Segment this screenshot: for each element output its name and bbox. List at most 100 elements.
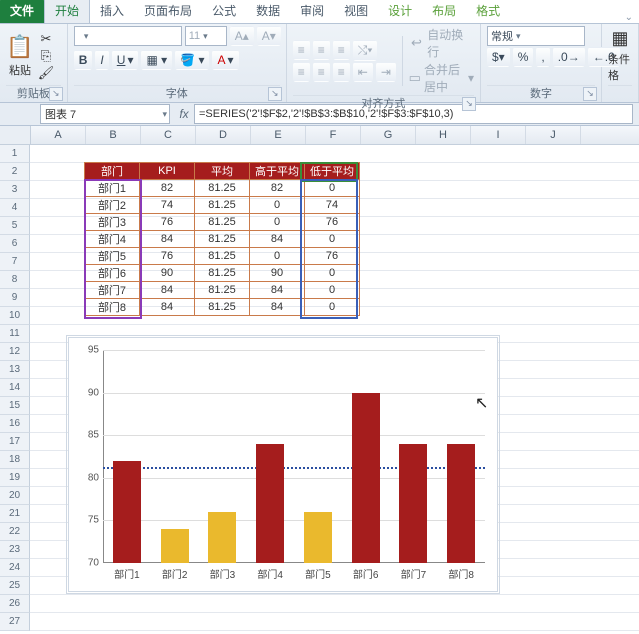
fx-button[interactable]: fx <box>174 107 194 121</box>
font-launcher[interactable]: ↘ <box>268 87 282 101</box>
table-cell: 82 <box>140 180 195 197</box>
tab-page-layout[interactable]: 页面布局 <box>134 0 202 23</box>
tab-chart-design[interactable]: 设计 <box>378 0 422 23</box>
row-header[interactable]: 11 <box>0 325 30 343</box>
font-name-combo[interactable]: ▾ <box>74 26 182 46</box>
row-header[interactable]: 6 <box>0 235 30 253</box>
tab-view[interactable]: 视图 <box>334 0 378 23</box>
chart-bar[interactable] <box>447 444 475 563</box>
number-format-combo[interactable]: 常规▾ <box>487 26 585 46</box>
bold-button[interactable]: B <box>74 50 93 70</box>
row-header[interactable]: 5 <box>0 217 30 235</box>
column-header[interactable]: I <box>471 126 526 144</box>
column-header[interactable]: J <box>526 126 581 144</box>
column-header[interactable]: D <box>196 126 251 144</box>
row-header[interactable]: 3 <box>0 181 30 199</box>
fill-color-button[interactable]: 🪣 ▾ <box>175 50 209 70</box>
cut-icon[interactable]: ✂ <box>38 31 54 47</box>
align-top-icon[interactable]: ≡ <box>293 40 310 60</box>
merge-center-icon[interactable]: ▭ <box>409 70 421 86</box>
comma-icon[interactable]: , <box>536 47 549 67</box>
chart-bar[interactable] <box>399 444 427 563</box>
row-header[interactable]: 13 <box>0 361 30 379</box>
row-header[interactable]: 10 <box>0 307 30 325</box>
chart-bar[interactable] <box>113 461 141 563</box>
row-header[interactable]: 23 <box>0 541 30 559</box>
row-header[interactable]: 19 <box>0 469 30 487</box>
tab-chart-format[interactable]: 格式 <box>466 0 510 23</box>
orientation-icon[interactable]: ⤭▾ <box>353 40 378 61</box>
align-left-icon[interactable]: ≡ <box>293 62 310 82</box>
table-cell: 76 <box>305 214 360 231</box>
column-header[interactable]: A <box>31 126 86 144</box>
conditional-format-icon[interactable]: ▦ <box>608 26 632 50</box>
italic-button[interactable]: I <box>95 50 108 70</box>
increase-font-icon[interactable]: A▴ <box>230 26 254 46</box>
ribbon-collapse-icon[interactable]: ⌄ <box>625 12 633 23</box>
row-header[interactable]: 21 <box>0 505 30 523</box>
number-launcher[interactable]: ↘ <box>583 87 597 101</box>
currency-icon[interactable]: $▾ <box>487 47 510 67</box>
row-header[interactable]: 20 <box>0 487 30 505</box>
decrease-indent-icon[interactable]: ⇤ <box>353 62 373 82</box>
font-color-button[interactable]: A ▾ <box>212 50 238 70</box>
tab-chart-layout[interactable]: 布局 <box>422 0 466 23</box>
row-header[interactable]: 25 <box>0 577 30 595</box>
row-header[interactable]: 26 <box>0 595 30 613</box>
row-header[interactable]: 2 <box>0 163 30 181</box>
column-header[interactable]: E <box>251 126 306 144</box>
row-header[interactable]: 16 <box>0 415 30 433</box>
increase-indent-icon[interactable]: ⇥ <box>376 62 396 82</box>
wrap-text-icon[interactable]: ↩ <box>409 35 425 51</box>
row-header[interactable]: 12 <box>0 343 30 361</box>
row-header[interactable]: 24 <box>0 559 30 577</box>
select-all-corner[interactable] <box>0 126 31 144</box>
tab-review[interactable]: 审阅 <box>290 0 334 23</box>
chevron-down-icon[interactable]: ▾ <box>162 109 167 120</box>
column-header[interactable]: H <box>416 126 471 144</box>
align-middle-icon[interactable]: ≡ <box>313 40 330 60</box>
tab-home[interactable]: 开始 <box>44 0 90 23</box>
row-header[interactable]: 18 <box>0 451 30 469</box>
row-header[interactable]: 8 <box>0 271 30 289</box>
row-header[interactable]: 9 <box>0 289 30 307</box>
row-header[interactable]: 17 <box>0 433 30 451</box>
row-header[interactable]: 27 <box>0 613 30 631</box>
percent-icon[interactable]: % <box>513 47 534 67</box>
chart-bar[interactable] <box>352 393 380 563</box>
format-painter-icon[interactable]: 🖌 <box>38 65 54 81</box>
copy-icon[interactable]: ⎘ <box>38 48 54 64</box>
tab-insert[interactable]: 插入 <box>90 0 134 23</box>
align-launcher[interactable]: ↘ <box>462 97 476 111</box>
border-button[interactable]: ▦ ▾ <box>141 50 172 70</box>
underline-button[interactable]: U ▾ <box>112 50 139 70</box>
column-header[interactable]: C <box>141 126 196 144</box>
row-header[interactable]: 14 <box>0 379 30 397</box>
row-header[interactable]: 1 <box>0 145 30 163</box>
column-header[interactable]: B <box>86 126 141 144</box>
align-bottom-icon[interactable]: ≡ <box>333 40 350 60</box>
row-header[interactable]: 22 <box>0 523 30 541</box>
align-center-icon[interactable]: ≡ <box>313 62 330 82</box>
chart-bar[interactable] <box>256 444 284 563</box>
tab-data[interactable]: 数据 <box>246 0 290 23</box>
increase-decimal-icon[interactable]: .0→ <box>553 47 585 67</box>
row-header[interactable]: 7 <box>0 253 30 271</box>
name-box[interactable]: 图表 7▾ <box>40 104 170 124</box>
chart-bar[interactable] <box>208 512 236 563</box>
column-header[interactable]: G <box>361 126 416 144</box>
chart-bar[interactable] <box>304 512 332 563</box>
font-size-combo[interactable]: 11▾ <box>185 26 227 46</box>
worksheet-grid[interactable]: 1234567891011121314151617181920212223242… <box>0 145 639 634</box>
tab-formulas[interactable]: 公式 <box>202 0 246 23</box>
row-header[interactable]: 4 <box>0 199 30 217</box>
decrease-font-icon[interactable]: A▾ <box>257 26 281 46</box>
clipboard-launcher[interactable]: ↘ <box>49 87 63 101</box>
row-header[interactable]: 15 <box>0 397 30 415</box>
chart-bar[interactable] <box>161 529 189 563</box>
tab-file[interactable]: 文件 <box>0 0 44 23</box>
paste-icon[interactable]: 📋 <box>6 33 34 61</box>
embedded-chart[interactable]: 707580859095部门1部门2部门3部门4部门5部门6部门7部门8 <box>68 337 498 592</box>
align-right-icon[interactable]: ≡ <box>333 62 350 82</box>
column-header[interactable]: F <box>306 126 361 144</box>
